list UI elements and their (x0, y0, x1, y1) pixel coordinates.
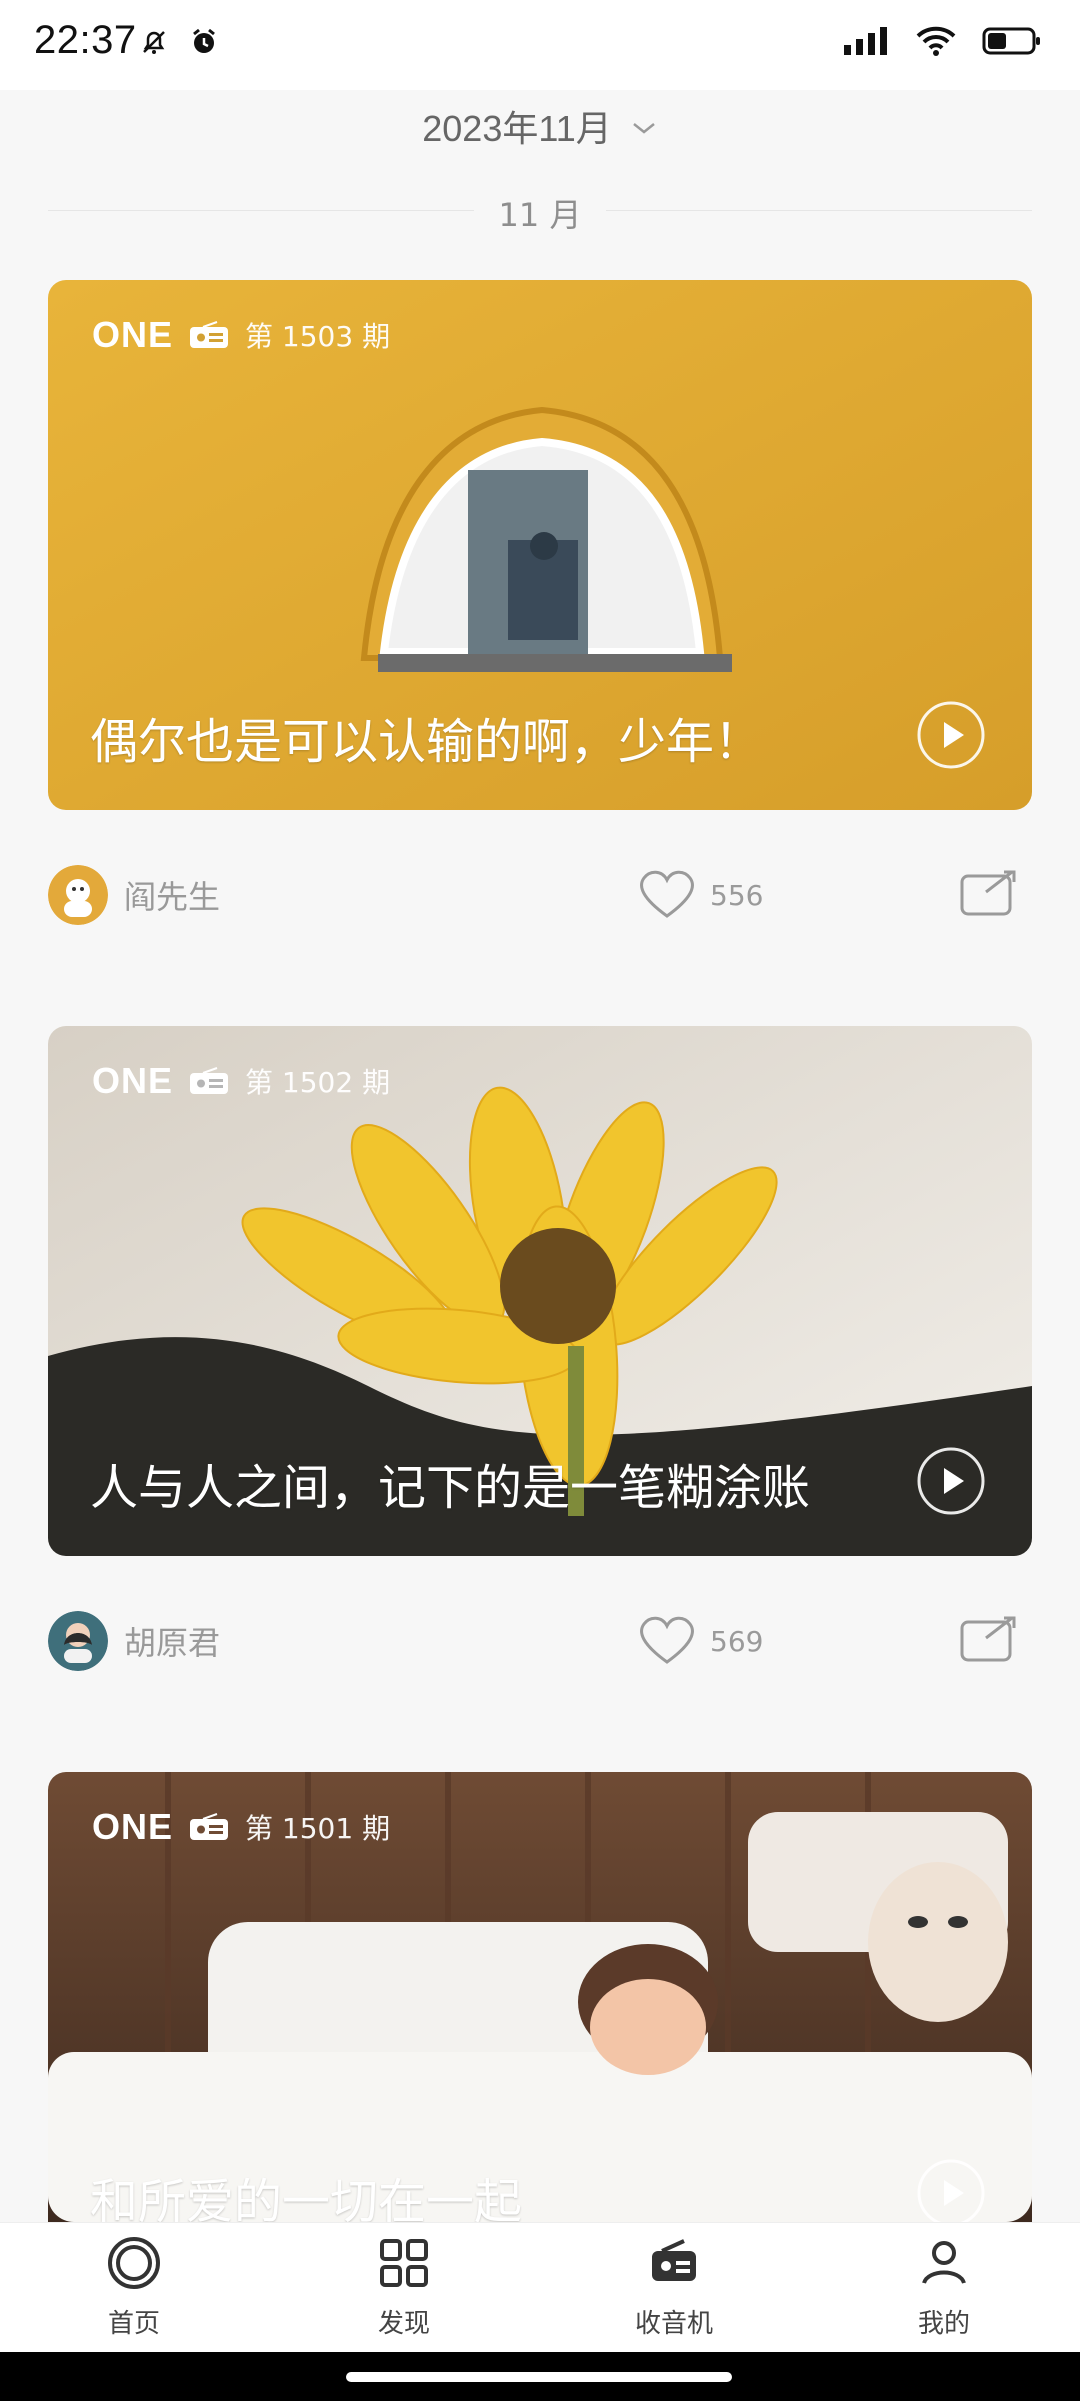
radio-card[interactable]: ONE 第 1503 期 偶尔也是可以认输的啊，少年！ (48, 280, 1032, 810)
share-icon (960, 1616, 1016, 1662)
chevron-down-icon (630, 105, 658, 147)
status-right-icons (842, 24, 1042, 62)
month-divider: 11 月 (48, 190, 1032, 234)
play-button[interactable] (916, 700, 986, 770)
month-section-label: 11 月 (498, 196, 582, 234)
wifi-icon (914, 24, 958, 62)
card-badge: ONE 第 1502 期 (92, 1060, 390, 1102)
share-button[interactable] (958, 1612, 1022, 1670)
heart-icon[interactable] (636, 866, 698, 924)
radio-card[interactable]: ONE 第 1502 期 人与人之间，记下的是一笔糊涂账 (48, 1026, 1032, 1556)
nav-radio[interactable]: 收音机 (604, 2233, 744, 2340)
alarm-icon (188, 26, 220, 62)
card-quote: 人与人之间，记下的是一笔糊涂账 (90, 1460, 811, 1516)
card-quote: 偶尔也是可以认输的啊，少年！ (90, 714, 763, 770)
author-name[interactable]: 阎先生 (124, 872, 220, 918)
author[interactable]: 胡原君 (48, 1611, 220, 1671)
battery-icon (982, 25, 1042, 61)
grid-icon (374, 2239, 434, 2297)
radio-icon (644, 2239, 704, 2297)
play-button[interactable] (916, 1446, 986, 1516)
author[interactable]: 阎先生 (48, 865, 220, 925)
month-title-text: 2023年11月 (422, 108, 612, 149)
nav-me[interactable]: 我的 (874, 2233, 1014, 2340)
share-button[interactable] (958, 866, 1022, 924)
home-icon (104, 2237, 164, 2297)
like-group[interactable]: 556 (636, 866, 763, 924)
author-name[interactable]: 胡原君 (124, 1618, 220, 1664)
play-button[interactable] (916, 2158, 986, 2222)
radio-icon (189, 1067, 229, 1095)
status-time: 22:37 (34, 18, 137, 62)
brand-logo: ONE (92, 1806, 174, 1847)
card-meta: 胡原君 569 (48, 1606, 1032, 1676)
avatar[interactable] (48, 865, 108, 925)
radio-card[interactable]: ONE 第 1501 期 和所爱的一切在一起 (48, 1772, 1032, 2222)
play-icon (917, 1447, 985, 1515)
issue-number: 第 1502 期 (245, 1066, 391, 1099)
month-selector[interactable]: 2023年11月 (0, 100, 1080, 152)
share-icon (960, 870, 1016, 916)
divider-line-right (606, 210, 1032, 211)
play-icon (917, 2159, 985, 2222)
like-count: 569 (710, 1624, 764, 1658)
month-title[interactable]: 2023年11月 (422, 100, 657, 152)
nav-radio-label: 收音机 (634, 2309, 713, 2339)
nav-home[interactable]: 首页 (64, 2233, 204, 2340)
card-quote: 和所爱的一切在一起 (90, 2174, 523, 2222)
heart-icon[interactable] (636, 1612, 698, 1670)
brand-logo: ONE (92, 1060, 174, 1101)
like-count: 556 (710, 878, 764, 912)
issue-number: 第 1501 期 (245, 1812, 391, 1845)
brand-logo: ONE (92, 314, 174, 355)
radio-icon (189, 1813, 229, 1841)
bottom-nav: 首页 发现 收音机 我的 (0, 2222, 1080, 2353)
card-badge: ONE 第 1503 期 (92, 314, 390, 356)
app-screen: 22:37 2023年11月 11 月 ONE 第 1503 期 偶尔也是可以认… (0, 0, 1080, 2401)
nav-discover-label: 发现 (377, 2309, 430, 2339)
like-group[interactable]: 569 (636, 1612, 763, 1670)
gesture-handle[interactable] (346, 2372, 732, 2382)
bell-off-icon (138, 26, 170, 62)
nav-home-label: 首页 (107, 2309, 160, 2339)
profile-icon (914, 2241, 974, 2297)
card-badge: ONE 第 1501 期 (92, 1806, 390, 1848)
issue-number: 第 1503 期 (245, 320, 391, 353)
avatar[interactable] (48, 1611, 108, 1671)
radio-icon (189, 321, 229, 349)
status-bar: 22:37 (0, 0, 1080, 90)
card-meta: 阎先生 556 (48, 860, 1032, 930)
signal-icon (842, 25, 890, 61)
play-icon (917, 701, 985, 769)
status-left-icons (138, 26, 220, 62)
gesture-bar (0, 2352, 1080, 2401)
nav-discover[interactable]: 发现 (334, 2233, 474, 2340)
nav-me-label: 我的 (917, 2309, 970, 2339)
